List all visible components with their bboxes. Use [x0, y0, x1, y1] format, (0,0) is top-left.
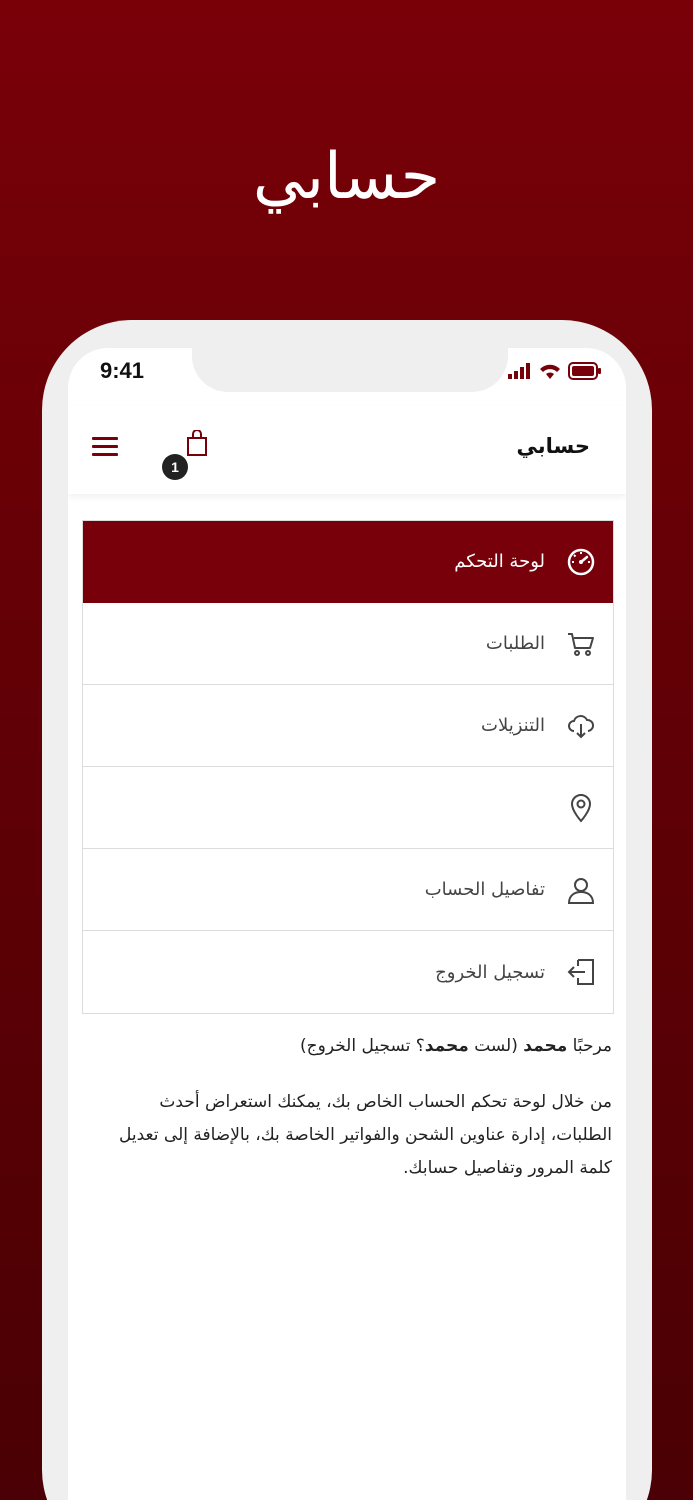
location-pin-icon — [565, 792, 597, 824]
status-time: 9:41 — [100, 358, 145, 383]
welcome-suffix: ؟ — [410, 1036, 425, 1056]
menu-label-logout: تسجيل الخروج — [435, 961, 545, 983]
dashboard-description: من خلال لوحة تحكم الحساب الخاص بك، يمكنك… — [119, 1092, 612, 1178]
menu-label-downloads: التنزيلات — [481, 715, 545, 736]
notch — [192, 348, 508, 392]
shopping-bag-icon — [187, 430, 207, 456]
welcome-message: مرحبًا محمد (لست محمد؟ تسجيل الخروج) — [80, 1036, 612, 1056]
dashboard-icon — [565, 546, 597, 578]
status-icons — [508, 362, 602, 380]
signal-icon — [508, 363, 530, 379]
welcome-user-name: محمد — [523, 1036, 568, 1056]
account-menu: لوحة التحكم الطلبات التنزيلات تفاصيل الح… — [82, 520, 614, 1014]
welcome-prefix: مرحبًا — [567, 1036, 612, 1056]
cart-button[interactable]: 1 — [162, 430, 212, 480]
welcome-close: ) — [300, 1036, 307, 1056]
welcome-user-name-2: محمد — [424, 1036, 469, 1056]
welcome-middle: (لست — [468, 1036, 524, 1056]
wifi-icon — [540, 364, 560, 379]
cart-count-badge: 1 — [162, 454, 188, 480]
menu-item-dashboard[interactable]: لوحة التحكم — [83, 521, 613, 603]
menu-item-account-details[interactable]: تفاصيل الحساب — [83, 849, 613, 931]
user-icon — [565, 874, 597, 906]
logout-icon — [565, 956, 597, 988]
page-title: حسابي — [516, 434, 590, 458]
menu-item-logout[interactable]: تسجيل الخروج — [83, 931, 613, 1013]
phone-frame: 9:41 1 حسابي لوحة التحكم الطلبات التنزيل… — [42, 320, 652, 1500]
welcome-logout-link[interactable]: تسجيل الخروج — [307, 1036, 411, 1056]
cloud-download-icon — [565, 710, 597, 742]
menu-item-orders[interactable]: الطلبات — [83, 603, 613, 685]
menu-item-downloads[interactable]: التنزيلات — [83, 685, 613, 767]
app-header: 1 حسابي — [68, 406, 626, 494]
phone-screen: 9:41 1 حسابي لوحة التحكم الطلبات التنزيل… — [68, 348, 626, 1500]
menu-item-addresses[interactable] — [83, 767, 613, 849]
menu-label-orders: الطلبات — [485, 633, 545, 654]
menu-label-dashboard: لوحة التحكم — [454, 551, 545, 572]
battery-icon — [568, 362, 601, 380]
cart-icon — [565, 628, 597, 660]
menu-label-account-details: تفاصيل الحساب — [424, 879, 545, 900]
hero-title: حسابي — [252, 140, 441, 214]
hamburger-menu-icon[interactable] — [92, 436, 118, 458]
